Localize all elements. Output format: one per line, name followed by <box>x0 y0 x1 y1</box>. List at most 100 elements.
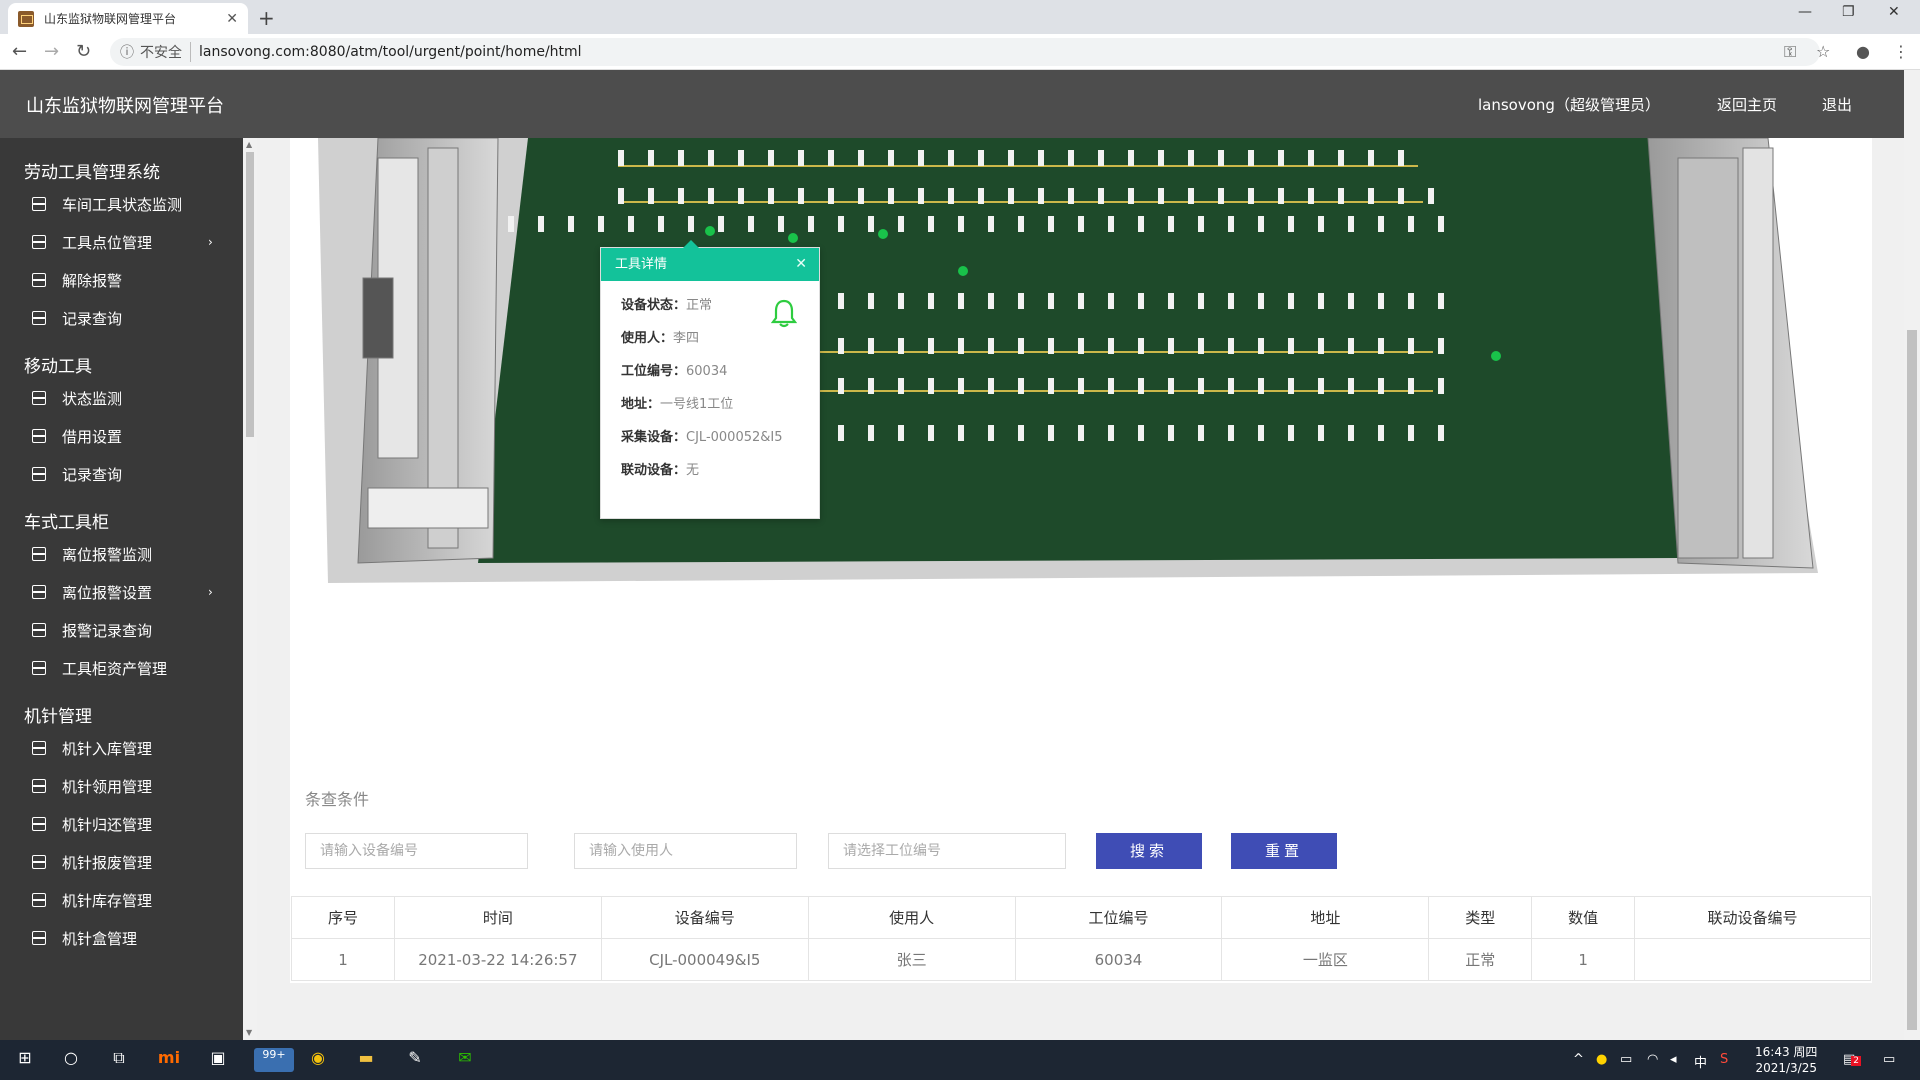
bookmark-star-icon[interactable]: ☆ <box>1816 42 1830 61</box>
wechat-icon[interactable]: ✉ <box>452 1048 478 1072</box>
new-tab-icon[interactable]: + <box>258 6 275 30</box>
sidebar-item-needle-issue[interactable]: 机针领用管理 <box>0 767 243 805</box>
sidebar-item-needle-box[interactable]: 机针盒管理 <box>0 919 243 957</box>
sogou-icon[interactable]: S <box>1720 1052 1728 1067</box>
sidebar-item-clear-alarm[interactable]: 解除报警 <box>0 261 243 299</box>
browser-menu-icon[interactable]: ⋮ <box>1893 42 1909 61</box>
scroll-down-icon[interactable]: ▼ <box>246 1028 252 1037</box>
workstation <box>1228 216 1234 232</box>
sidebar-item-offsite-settings[interactable]: 离位报警设置 › <box>0 573 243 611</box>
app-title: 山东监狱物联网管理平台 <box>26 96 224 117</box>
tray-app-icon[interactable]: ● <box>1596 1052 1607 1067</box>
battery-icon[interactable]: ▭ <box>1620 1052 1632 1067</box>
workstation <box>658 216 664 232</box>
station-select[interactable]: 请选择工位编号 <box>828 833 1066 869</box>
info-icon[interactable]: ⓘ <box>120 42 134 62</box>
sidebar-item-borrow-settings[interactable]: 借用设置 <box>0 417 243 455</box>
workstation <box>1198 338 1204 354</box>
file-explorer-icon[interactable]: ▬ <box>353 1048 379 1072</box>
task-view-icon[interactable]: ⧉ <box>106 1048 132 1072</box>
device-number-input[interactable]: 请输入设备编号 <box>305 833 528 869</box>
volume-icon[interactable]: ◂ <box>1670 1052 1677 1067</box>
workstation <box>988 338 994 354</box>
search-button[interactable]: 搜索 <box>1096 833 1202 869</box>
sidebar-item-label: 机针报废管理 <box>62 853 153 872</box>
user-input[interactable]: 请输入使用人 <box>574 833 797 869</box>
workshop-floor-map[interactable] <box>318 138 1818 588</box>
popup-close-icon[interactable]: ✕ <box>795 248 807 281</box>
workstation <box>958 425 964 441</box>
home-link[interactable]: 返回主页 <box>1717 94 1777 115</box>
workstation <box>1158 150 1164 166</box>
tray-expand-icon[interactable]: ^ <box>1573 1052 1584 1067</box>
mi-app-icon[interactable]: mi <box>156 1048 182 1072</box>
system-clock[interactable]: 16:43 周四 2021/3/25 <box>1755 1044 1817 1076</box>
sidebar-item-alarm-records[interactable]: 报警记录查询 <box>0 611 243 649</box>
workstation <box>1188 188 1194 204</box>
workstation <box>1198 378 1204 394</box>
workstation <box>1068 188 1074 204</box>
scroll-up-icon[interactable]: ▲ <box>246 140 252 149</box>
workstation <box>1108 378 1114 394</box>
table-row[interactable]: 1 2021-03-22 14:26:57 CJL-000049&I5 张三 6… <box>291 938 1871 981</box>
workstation <box>1218 150 1224 166</box>
wifi-icon[interactable]: ◠ <box>1647 1052 1658 1067</box>
workstation <box>748 216 754 232</box>
reload-icon[interactable]: ↻ <box>76 41 91 62</box>
sidebar-item-needle-inbound[interactable]: 机针入库管理 <box>0 729 243 767</box>
workstation <box>1408 293 1414 309</box>
workstation <box>858 188 864 204</box>
popup-value: 李四 <box>673 331 700 346</box>
badge-app-icon[interactable]: 99+ <box>254 1048 294 1072</box>
workstation <box>828 150 834 166</box>
tab-close-icon[interactable]: ✕ <box>226 11 238 27</box>
workstation <box>1338 150 1344 166</box>
forward-icon[interactable]: → <box>44 41 59 62</box>
minimize-icon[interactable]: — <box>1798 4 1812 20</box>
browser-tab[interactable]: 山东监狱物联网管理平台 ✕ <box>8 3 248 34</box>
reset-button[interactable]: 重置 <box>1231 833 1337 869</box>
back-icon[interactable]: ← <box>12 41 27 62</box>
current-user[interactable]: lansovong（超级管理员） <box>1478 94 1660 115</box>
workstation <box>1278 188 1284 204</box>
workstation <box>1348 425 1354 441</box>
sidebar-item-workshop-monitor[interactable]: 车间工具状态监测 <box>0 185 243 223</box>
workstation <box>1168 378 1174 394</box>
profile-icon[interactable]: ● <box>1856 42 1870 61</box>
page-scroll-thumb[interactable] <box>1907 330 1917 1030</box>
layers-icon <box>30 197 48 211</box>
sidebar-item-needle-stock[interactable]: 机针库存管理 <box>0 881 243 919</box>
cortana-search-icon[interactable]: ○ <box>58 1048 84 1072</box>
sidebar-item-cabinet-assets[interactable]: 工具柜资产管理 <box>0 649 243 687</box>
window-close-icon[interactable]: ✕ <box>1888 4 1900 20</box>
sidebar-item-needle-return[interactable]: 机针归还管理 <box>0 805 243 843</box>
popup-value: 60034 <box>686 364 728 379</box>
sidebar-scroll-thumb[interactable] <box>246 152 254 437</box>
restore-icon[interactable]: ❐ <box>1842 4 1855 20</box>
sidebar-item-offsite-monitor[interactable]: 离位报警监测 <box>0 535 243 573</box>
action-center-icon[interactable]: ▭ <box>1883 1052 1895 1067</box>
url-field[interactable]: ⓘ 不安全 lansovong.com:8080/atm/tool/urgent… <box>110 38 1820 66</box>
store-icon[interactable]: ▣ <box>205 1048 231 1072</box>
sidebar-item-label: 机针盒管理 <box>62 929 138 948</box>
sidebar-item-record-query-2[interactable]: 记录查询 <box>0 455 243 493</box>
popup-label: 使用人： <box>621 331 674 346</box>
key-icon[interactable]: ⚿ <box>1784 42 1796 62</box>
ime-indicator[interactable]: 中 <box>1694 1052 1707 1071</box>
notification-icon[interactable]: ▤2 <box>1843 1052 1862 1067</box>
workstation <box>1078 338 1084 354</box>
sidebar-item-needle-scrap[interactable]: 机针报废管理 <box>0 843 243 881</box>
logout-link[interactable]: 退出 <box>1822 94 1852 115</box>
sidebar-item-status-monitor[interactable]: 状态监测 <box>0 379 243 417</box>
chevron-right-icon: › <box>208 235 213 249</box>
sidebar-item-record-query[interactable]: 记录查询 <box>0 299 243 337</box>
windows-start-icon[interactable]: ⊞ <box>12 1048 38 1072</box>
popup-caret <box>683 240 699 248</box>
workstation <box>1048 338 1054 354</box>
sidebar-item-label: 机针归还管理 <box>62 815 153 834</box>
site-favicon-icon <box>18 10 34 27</box>
chrome-icon[interactable]: ◉ <box>305 1048 331 1072</box>
sidebar-item-tool-points[interactable]: 工具点位管理 › <box>0 223 243 261</box>
paint-icon[interactable]: ✎ <box>402 1048 428 1072</box>
workstation <box>1138 293 1144 309</box>
